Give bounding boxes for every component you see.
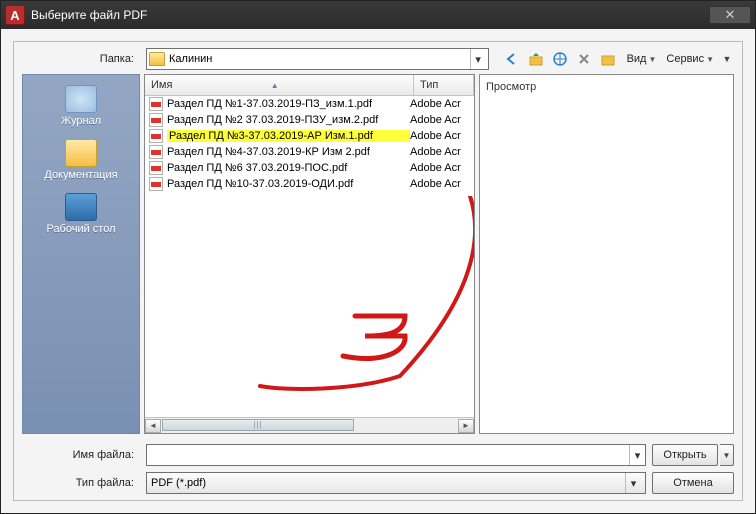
dialog-window: A Выберите файл PDF ✕ Папка: Калинин ▾	[0, 0, 756, 514]
filetype-select[interactable]: PDF (*.pdf) ▾	[146, 472, 646, 494]
file-type: Adobe Acr	[410, 146, 470, 158]
open-dropdown[interactable]: ▼	[720, 444, 734, 466]
titlebar: A Выберите файл PDF ✕	[1, 1, 755, 29]
sidebar-item-desktop[interactable]: Рабочий стол	[23, 189, 139, 241]
pdf-icon	[149, 145, 163, 159]
pdf-icon	[149, 177, 163, 191]
scroll-right-icon[interactable]: ►	[458, 419, 474, 433]
sidebar-item-documents[interactable]: Документация	[23, 135, 139, 187]
file-list-panel: Имя ▲ Тип Раздел ПД №1-37.03.2019-ПЗ_изм…	[144, 74, 475, 434]
file-type: Adobe Acr	[410, 114, 470, 126]
chevron-down-icon[interactable]: ▾	[629, 445, 645, 465]
file-type: Adobe Acr	[410, 98, 470, 110]
pdf-icon	[149, 113, 163, 127]
file-name: Раздел ПД №10-37.03.2019-ОДИ.pdf	[167, 178, 410, 190]
file-type: Adobe Acr	[410, 162, 470, 174]
window-title: Выберите файл PDF	[31, 8, 147, 22]
file-name: Раздел ПД №6 37.03.2019-ПОС.pdf	[167, 162, 410, 174]
sort-indicator-icon: ▲	[271, 81, 279, 90]
file-name: Раздел ПД №4-37.03.2019-КР Изм 2.pdf	[167, 146, 410, 158]
chevron-down-icon: ▼	[706, 55, 714, 64]
filename-label: Имя файла:	[22, 449, 140, 461]
file-name: Раздел ПД №1-37.03.2019-ПЗ_изм.1.pdf	[167, 98, 410, 110]
folder-row: Папка: Калинин ▾ Вид▼ Сервис▼ ▼	[14, 42, 742, 74]
file-name: Раздел ПД №3-37.03.2019-АР Изм.1.pdf	[167, 130, 410, 142]
file-type: Adobe Acr	[410, 130, 470, 142]
column-headers: Имя ▲ Тип	[145, 75, 474, 96]
back-icon[interactable]	[503, 50, 521, 68]
web-icon[interactable]	[551, 50, 569, 68]
delete-icon[interactable]	[575, 50, 593, 68]
app-icon: A	[5, 5, 25, 25]
desktop-icon	[65, 193, 97, 221]
pdf-icon	[149, 129, 163, 143]
scroll-thumb[interactable]	[162, 419, 354, 431]
folder-select[interactable]: Калинин ▾	[146, 48, 489, 70]
file-row[interactable]: Раздел ПД №3-37.03.2019-АР Изм.1.pdfAdob…	[145, 128, 474, 144]
view-menu[interactable]: Вид▼	[627, 53, 657, 65]
scroll-left-icon[interactable]: ◄	[145, 419, 161, 433]
pdf-icon	[149, 97, 163, 111]
filetype-label: Тип файла:	[22, 477, 140, 489]
up-folder-icon[interactable]	[527, 50, 545, 68]
pdf-icon	[149, 161, 163, 175]
folder-name: Калинин	[169, 53, 470, 65]
folder-label: Папка:	[22, 53, 140, 65]
file-row[interactable]: Раздел ПД №4-37.03.2019-КР Изм 2.pdfAdob…	[145, 144, 474, 160]
preview-label: Просмотр	[486, 81, 727, 93]
tools-menu[interactable]: Сервис▼	[666, 53, 714, 65]
cancel-button[interactable]: Отмена	[652, 472, 734, 494]
sidebar-item-label: Рабочий стол	[46, 223, 115, 235]
column-name[interactable]: Имя ▲	[145, 75, 414, 95]
file-type: Adobe Acr	[410, 178, 470, 190]
filename-input[interactable]: ▾	[146, 444, 646, 466]
sidebar-item-label: Документация	[44, 169, 117, 181]
file-row[interactable]: Раздел ПД №6 37.03.2019-ПОС.pdfAdobe Acr	[145, 160, 474, 176]
new-folder-icon[interactable]	[599, 50, 617, 68]
annotation-drawing	[235, 196, 474, 396]
file-row[interactable]: Раздел ПД №1-37.03.2019-ПЗ_изм.1.pdfAdob…	[145, 96, 474, 112]
sidebar-item-journal[interactable]: Журнал	[23, 81, 139, 133]
chevron-down-icon[interactable]: ▼	[720, 54, 734, 64]
file-row[interactable]: Раздел ПД №2 37.03.2019-ПЗУ_изм.2.pdfAdo…	[145, 112, 474, 128]
close-button[interactable]: ✕	[709, 6, 751, 24]
chevron-down-icon[interactable]: ▾	[470, 49, 486, 69]
scroll-track[interactable]	[162, 419, 457, 433]
documents-icon	[65, 139, 97, 167]
file-row[interactable]: Раздел ПД №10-37.03.2019-ОДИ.pdfAdobe Ac…	[145, 176, 474, 192]
folder-icon	[149, 52, 165, 66]
chevron-down-icon: ▼	[648, 55, 656, 64]
horizontal-scrollbar[interactable]: ◄ ►	[145, 417, 474, 433]
preview-panel: Просмотр	[479, 74, 734, 434]
open-button[interactable]: Открыть	[652, 444, 718, 466]
chevron-down-icon[interactable]: ▾	[625, 473, 641, 493]
journal-icon	[65, 85, 97, 113]
file-name: Раздел ПД №2 37.03.2019-ПЗУ_изм.2.pdf	[167, 114, 410, 126]
sidebar-item-label: Журнал	[61, 115, 101, 127]
places-sidebar: Журнал Документация Рабочий стол	[22, 74, 140, 434]
file-list[interactable]: Раздел ПД №1-37.03.2019-ПЗ_изм.1.pdfAdob…	[145, 96, 474, 417]
column-type[interactable]: Тип	[414, 75, 474, 95]
